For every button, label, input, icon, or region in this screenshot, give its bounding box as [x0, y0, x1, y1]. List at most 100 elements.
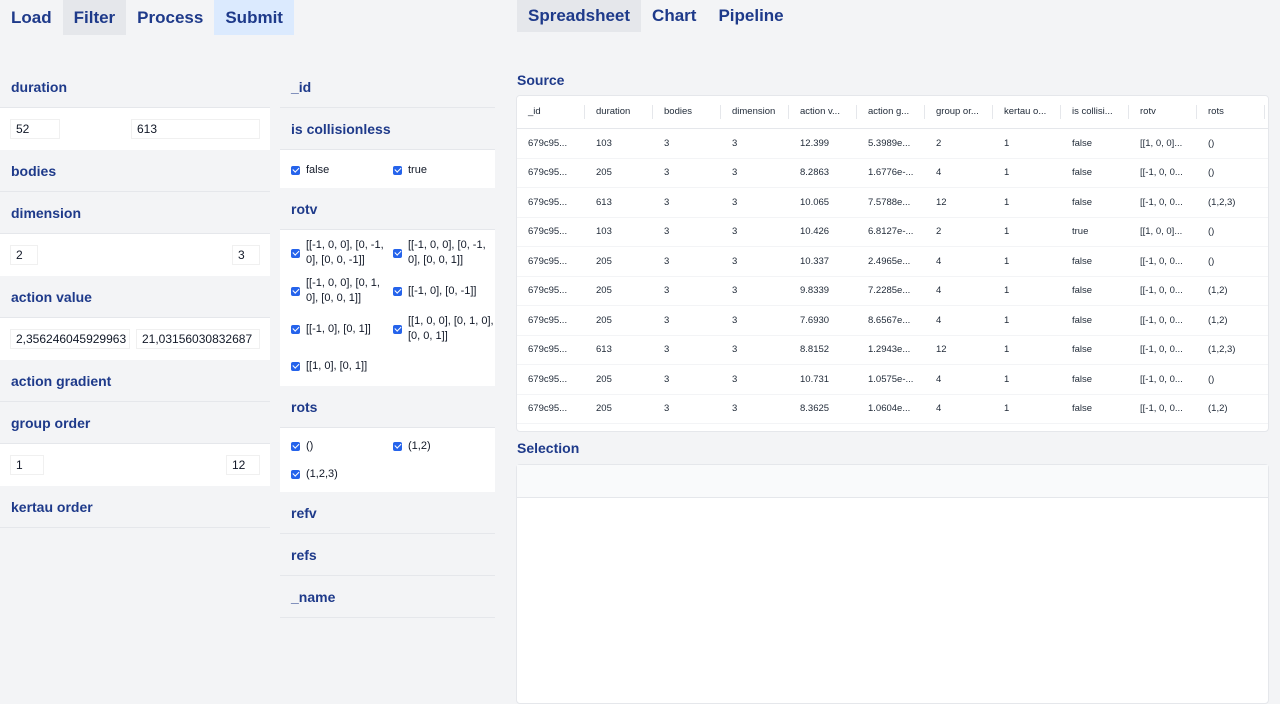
column-header[interactable]: rotv	[1129, 105, 1197, 119]
table-row[interactable]: 679c95... 205 3 3 9.8339 7.2285e... 4 1 false [[-…	[517, 277, 1268, 306]
table-cell: (1,2)	[1208, 403, 1228, 415]
action-value-min-input[interactable]: 2,356246045929963	[10, 329, 130, 349]
column-header[interactable]: bodies	[653, 105, 721, 119]
table-row[interactable]: 679c95... 103 3 3 12.399 5.3989e... 2 1 false [[1…	[517, 129, 1268, 159]
is-collisionless-option[interactable]: true	[393, 156, 495, 184]
table-cell: 8.2863	[800, 167, 830, 179]
action-value-max-input[interactable]: 21,03156030832687	[136, 329, 260, 349]
option-label: [[-1, 0], [0, 1]]	[306, 322, 371, 335]
table-cell: ()	[1208, 255, 1215, 267]
table-row[interactable]: 679c95... 103 3 3 10.426 6.8127e-... 2 1 true [[1…	[517, 218, 1268, 247]
checkbox-checked-icon[interactable]	[393, 441, 402, 451]
rots-filter-header[interactable]: rots	[280, 386, 495, 428]
checkbox-checked-icon[interactable]	[393, 248, 402, 258]
rots-option[interactable]: (1,2)	[393, 432, 495, 460]
rotv-filter-header[interactable]: rotv	[280, 188, 495, 230]
table-row[interactable]: 679c95... 205 3 3 10.337 2.4965e... 4 1 false [[-…	[517, 247, 1268, 277]
is-collisionless-option[interactable]: false	[291, 156, 393, 184]
column-header[interactable]: dimension	[721, 105, 789, 119]
column-header[interactable]: rots	[1197, 105, 1265, 119]
table-row[interactable]: 679c95... 205 3 3 10.731 1.0575e-... 4 1 false [[…	[517, 365, 1268, 395]
rotv-option[interactable]: [[-1, 0], [0, 1]]	[291, 314, 393, 344]
table-cell: 679c95...	[528, 314, 568, 326]
table-row[interactable]: 679c95... 205 3 3 8.3625 1.0604e... 4 1 false [[-…	[517, 395, 1268, 424]
checkbox-checked-icon[interactable]	[393, 324, 402, 334]
table-cell: 3	[732, 285, 738, 297]
group-order-filter-header[interactable]: group order	[0, 402, 270, 444]
checkbox-checked-icon[interactable]	[291, 361, 300, 371]
is-collisionless-filter-header[interactable]: is collisionless	[280, 108, 495, 150]
table-cell: 1	[1004, 255, 1010, 267]
option-label: (1,2,3)	[306, 467, 338, 480]
submit-tab[interactable]: Submit	[214, 0, 294, 35]
column-header[interactable]: _id	[517, 105, 585, 119]
column-header[interactable]: action g...	[857, 105, 925, 119]
checkbox-checked-icon[interactable]	[291, 469, 300, 479]
checkbox-checked-icon[interactable]	[393, 165, 402, 175]
action-value-filter-header[interactable]: action value	[0, 276, 270, 318]
checkbox-checked-icon[interactable]	[393, 286, 402, 296]
table-cell: 3	[664, 255, 670, 267]
table-cell: 1.6776e-...	[868, 167, 914, 179]
table-cell: true	[1072, 226, 1089, 238]
column-header[interactable]: duration	[585, 105, 653, 119]
rots-option[interactable]: (1,2,3)	[291, 460, 393, 488]
checkbox-checked-icon[interactable]	[291, 248, 300, 258]
table-cell: [[-1, 0, 0...	[1140, 403, 1183, 415]
rotv-option[interactable]: [[-1, 0, 0], [0, -1, 0], [0, 0, -1]]	[291, 238, 393, 268]
table-cell: 1.0575e-...	[868, 373, 914, 385]
rots-option[interactable]: ()	[291, 432, 393, 460]
table-cell: 1	[1004, 344, 1010, 356]
table-row[interactable]: 679c95...205337.69302.2151e-...41false[[…	[517, 424, 1268, 431]
chart-tab[interactable]: Chart	[641, 0, 707, 32]
group-order-max-input[interactable]: 12	[226, 455, 260, 475]
dimension-max-input[interactable]: 3	[232, 245, 260, 265]
column-header[interactable]: group or...	[925, 105, 993, 119]
table-cell: 10.065	[800, 196, 830, 208]
refv-filter-header[interactable]: refv	[280, 492, 495, 534]
table-cell: 7.2285e...	[868, 285, 911, 297]
table-cell: 205	[596, 314, 612, 326]
table-row[interactable]: 679c95... 205 3 3 7.6930 8.6567e... 4 1 false [[-…	[517, 306, 1268, 336]
checkbox-checked-icon[interactable]	[291, 286, 300, 296]
checkbox-checked-icon[interactable]	[291, 324, 300, 334]
process-tab[interactable]: Process	[126, 0, 214, 35]
filter-tab[interactable]: Filter	[62, 0, 127, 35]
bodies-filter-header[interactable]: bodies	[0, 150, 270, 192]
action-gradient-filter-header[interactable]: action gradient	[0, 360, 270, 402]
table-row[interactable]: 679c95... 205 3 3 8.2863 1.6776e-... 4 1 false [[…	[517, 159, 1268, 188]
name-filter-header[interactable]: _name	[280, 576, 495, 618]
rotv-option[interactable]: [[1, 0, 0], [0, 1, 0], [0, 0, 1]]	[393, 314, 495, 344]
duration-max-input[interactable]: 613	[131, 119, 260, 139]
selection-table[interactable]	[516, 464, 1269, 704]
pipeline-tab[interactable]: Pipeline	[707, 0, 794, 32]
duration-filter-header[interactable]: duration	[0, 66, 270, 108]
rotv-option[interactable]: [[-1, 0, 0], [0, -1, 0], [0, 0, 1]]	[393, 238, 495, 268]
column-header[interactable]: kertau o...	[993, 105, 1061, 119]
source-table[interactable]: _id duration bodies dimension action v... act…	[516, 95, 1269, 432]
column-header[interactable]: action v...	[789, 105, 857, 119]
table-cell: false	[1072, 314, 1093, 326]
column-header[interactable]: is collisi...	[1061, 105, 1129, 119]
checkbox-checked-icon[interactable]	[291, 441, 300, 451]
rotv-option[interactable]: [[1, 0], [0, 1]]	[291, 352, 393, 380]
load-tab[interactable]: Load	[0, 0, 63, 35]
dimension-min-input[interactable]: 2	[10, 245, 38, 265]
checkbox-checked-icon[interactable]	[291, 165, 300, 175]
table-row[interactable]: 679c95... 613 3 3 8.8152 1.2943e... 12 1 false [[…	[517, 336, 1268, 365]
option-label: [[1, 0, 0], [0, 1, 0], [0, 0, 1]]	[408, 315, 494, 342]
table-row[interactable]: 679c95... 613 3 3 10.065 7.5788e... 12 1 false [[…	[517, 188, 1268, 218]
kertau-order-filter-header[interactable]: kertau order	[0, 486, 270, 528]
spreadsheet-tab[interactable]: Spreadsheet	[517, 0, 642, 32]
table-cell: 1	[1004, 314, 1010, 326]
rotv-option[interactable]: [[-1, 0, 0], [0, 1, 0], [0, 0, 1]]	[291, 276, 393, 306]
duration-min-input[interactable]: 52	[10, 119, 60, 139]
dimension-filter-header[interactable]: dimension	[0, 192, 270, 234]
rotv-option[interactable]: [[-1, 0], [0, -1]]	[393, 276, 495, 306]
table-cell: false	[1072, 167, 1093, 179]
table-cell: 2	[936, 137, 942, 149]
table-cell: 205	[596, 373, 612, 385]
group-order-min-input[interactable]: 1	[10, 455, 44, 475]
id-filter-header[interactable]: _id	[280, 66, 495, 108]
refs-filter-header[interactable]: refs	[280, 534, 495, 576]
